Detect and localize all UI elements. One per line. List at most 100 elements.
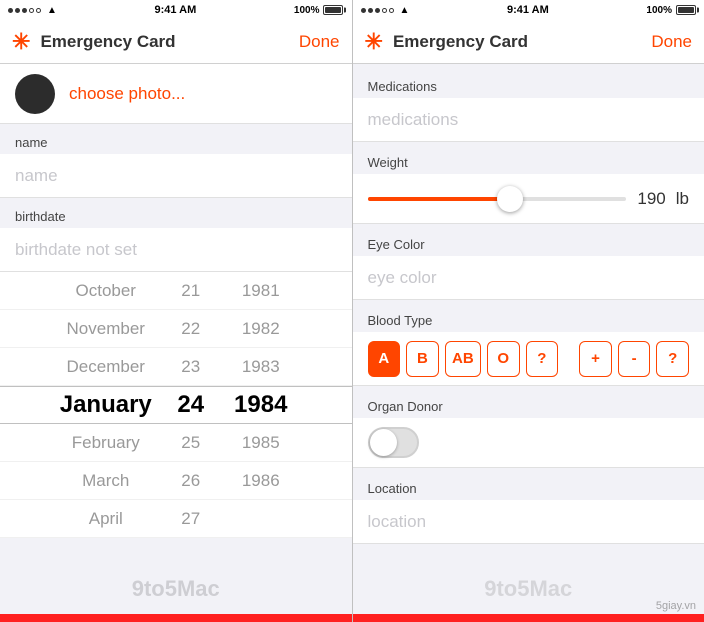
eye-color-placeholder: eye color [368, 268, 437, 288]
blood-buttons-row: A B AB O ? + - ? [353, 332, 704, 386]
picker-day-5: 26 [161, 471, 221, 491]
date-picker[interactable]: October 21 1981 November 22 1982 Decembe… [0, 272, 352, 538]
blood-btn-minus[interactable]: - [618, 341, 651, 377]
signal-dots [8, 8, 41, 13]
picker-year-5: 1986 [221, 471, 301, 491]
weight-slider-track[interactable] [368, 197, 626, 201]
weight-slider-thumb[interactable] [497, 186, 523, 212]
name-input-row[interactable]: name [0, 154, 352, 198]
weight-unit: lb [676, 189, 689, 209]
birthdate-label-row: birthdate [0, 198, 352, 228]
wifi-icon: ▲ [47, 5, 57, 16]
organ-label-row: Organ Donor [353, 386, 704, 418]
medications-placeholder: medications [368, 110, 459, 130]
blood-btn-unknown[interactable]: ? [526, 341, 559, 377]
name-label: name [15, 135, 48, 150]
right-status-right: 100% [646, 5, 696, 16]
medications-input-row[interactable]: medications [353, 98, 704, 142]
battery-fill [325, 7, 341, 13]
blood-type-label: Blood Type [368, 313, 433, 328]
picker-year-3: 1984 [221, 391, 301, 419]
right-signal-dot-2 [368, 8, 373, 13]
right-battery-pct: 100% [646, 5, 672, 16]
right-battery-icon [676, 5, 696, 15]
signal-dot-4 [29, 8, 34, 13]
right-signal-dot-4 [382, 8, 387, 13]
status-right: 100% [294, 5, 344, 16]
battery-icon [323, 5, 343, 15]
right-signal-dot-5 [389, 8, 394, 13]
eye-label-row: Eye Color [353, 224, 704, 256]
right-signal-dot-1 [361, 8, 366, 13]
toggle-knob [370, 429, 397, 456]
organ-donor-toggle[interactable] [368, 427, 419, 458]
organ-toggle-row[interactable] [353, 418, 704, 468]
right-wifi-icon: ▲ [400, 5, 410, 16]
picker-month-3: January [51, 391, 161, 419]
blood-btn-plus[interactable]: + [579, 341, 612, 377]
right-status-bar: ▲ 9:41 AM 100% [353, 0, 704, 20]
picker-month-0: October [51, 281, 161, 301]
right-bottom-bar [353, 614, 704, 622]
blood-label-row: Blood Type [353, 300, 704, 332]
photo-row[interactable]: choose photo... [0, 64, 352, 124]
left-nav-bar: ✳ Emergency Card Done [0, 20, 352, 64]
left-watermark: 9to5Mac [132, 576, 220, 602]
picker-row-3[interactable]: January 24 1984 [0, 386, 352, 424]
location-label: Location [368, 481, 417, 496]
avatar [15, 74, 55, 114]
picker-day-1: 22 [161, 319, 221, 339]
location-input-row[interactable]: location [353, 500, 704, 544]
choose-photo-label[interactable]: choose photo... [69, 84, 185, 104]
picker-month-5: March [51, 471, 161, 491]
birthdate-input-row[interactable]: birthdate not set [0, 228, 352, 272]
birthdate-label: birthdate [15, 209, 66, 224]
right-watermark-5giay: 5giay.vn [656, 600, 696, 612]
eye-color-label: Eye Color [368, 237, 425, 252]
signal-dot-5 [36, 8, 41, 13]
picker-row-6[interactable]: April 27 [0, 500, 352, 538]
right-done-button[interactable]: Done [651, 32, 692, 52]
weight-slider-row[interactable]: 190 lb [353, 174, 704, 224]
status-left: ▲ [8, 5, 57, 16]
medications-label: Medications [368, 79, 437, 94]
right-battery-fill [678, 7, 694, 13]
left-time: 9:41 AM [155, 4, 197, 16]
left-done-button[interactable]: Done [299, 32, 340, 52]
right-time: 9:41 AM [507, 4, 549, 16]
blood-btn-o[interactable]: O [487, 341, 520, 377]
blood-btn-b[interactable]: B [406, 341, 439, 377]
weight-label-row: Weight [353, 142, 704, 174]
right-signal-dot-3 [375, 8, 380, 13]
organ-donor-label: Organ Donor [368, 399, 443, 414]
picker-year-4: 1985 [221, 433, 301, 453]
right-phone-panel: ▲ 9:41 AM 100% ✳ Emergency Card Done Med… [353, 0, 704, 622]
eye-input-row[interactable]: eye color [353, 256, 704, 300]
left-asterisk-icon: ✳ [12, 31, 30, 53]
picker-month-2: December [51, 357, 161, 377]
blood-btn-rh-unknown[interactable]: ? [656, 341, 689, 377]
blood-btn-a[interactable]: A [368, 341, 401, 377]
picker-day-0: 21 [161, 281, 221, 301]
blood-btn-ab[interactable]: AB [445, 341, 481, 377]
left-bottom-bar [0, 614, 352, 622]
left-status-bar: ▲ 9:41 AM 100% [0, 0, 352, 20]
picker-day-4: 25 [161, 433, 221, 453]
picker-month-6: April [51, 509, 161, 529]
weight-value: 190 [636, 189, 666, 209]
picker-row-4[interactable]: February 25 1985 [0, 424, 352, 462]
right-nav-title: Emergency Card [393, 32, 641, 52]
right-watermark-9to5: 9to5Mac [484, 576, 572, 602]
picker-row-5[interactable]: March 26 1986 [0, 462, 352, 500]
picker-month-4: February [51, 433, 161, 453]
picker-month-1: November [51, 319, 161, 339]
signal-dot-1 [8, 8, 13, 13]
birthdate-placeholder: birthdate not set [15, 240, 137, 260]
picker-year-1: 1982 [221, 319, 301, 339]
name-placeholder: name [15, 166, 58, 186]
picker-row-2[interactable]: December 23 1983 [0, 348, 352, 386]
picker-row-1[interactable]: November 22 1982 [0, 310, 352, 348]
name-label-row: name [0, 124, 352, 154]
weight-label: Weight [368, 155, 408, 170]
picker-row-0[interactable]: October 21 1981 [0, 272, 352, 310]
